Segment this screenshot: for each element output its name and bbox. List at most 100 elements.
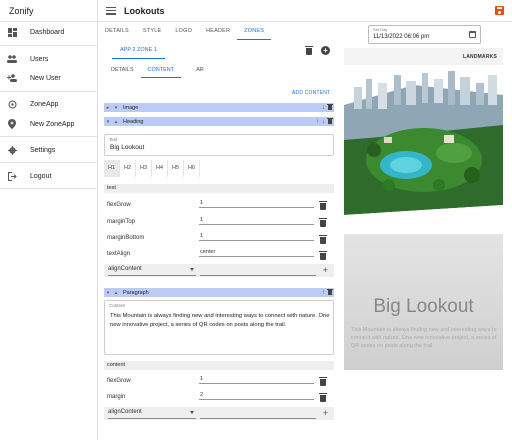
caret-down-icon[interactable] bbox=[190, 411, 194, 414]
prop-label: marginBottom bbox=[107, 235, 145, 241]
divider bbox=[200, 418, 316, 419]
heading-level-h3[interactable]: H3 bbox=[136, 160, 152, 177]
caret-down-icon[interactable] bbox=[190, 268, 194, 271]
property-select[interactable]: alignContent bbox=[108, 266, 142, 272]
sidebar: Zonify Dashboard Users New User ZoneApp … bbox=[0, 0, 98, 440]
sidebar-item-users[interactable]: Users bbox=[0, 51, 97, 67]
prop-value-input[interactable]: 2 bbox=[199, 391, 314, 400]
property-select[interactable]: alignContent bbox=[108, 409, 142, 415]
sidebar-item-dashboard[interactable]: Dashboard bbox=[0, 24, 97, 40]
main-tabs: DETAILS STYLE LOGO HEADER ZONES bbox=[98, 22, 272, 40]
delete-zone-icon[interactable] bbox=[305, 46, 313, 55]
add-property-icon[interactable]: + bbox=[323, 407, 328, 420]
trash-icon[interactable] bbox=[327, 103, 333, 110]
content-subtabs: DETAILS CONTENT AR bbox=[104, 63, 211, 78]
tab-style[interactable]: STYLE bbox=[136, 22, 168, 40]
tab-logo[interactable]: LOGO bbox=[168, 22, 199, 40]
section-header-text: text bbox=[104, 184, 334, 193]
block-header-heading[interactable]: ▾ ▴ Heading ↑ ↓ bbox=[104, 117, 334, 126]
field-value: Big Lookout bbox=[110, 144, 145, 151]
heading-text-field[interactable]: Text Big Lookout bbox=[104, 134, 334, 156]
zone-icon bbox=[7, 99, 17, 109]
tab-details[interactable]: DETAILS bbox=[98, 22, 136, 40]
sidebar-item-logout[interactable]: Logout bbox=[0, 168, 97, 184]
sidebar-item-label: Dashboard bbox=[30, 28, 65, 36]
add-zone-icon bbox=[7, 119, 17, 129]
section-header-content: content bbox=[104, 361, 334, 370]
add-user-icon bbox=[7, 73, 17, 83]
trash-icon[interactable] bbox=[319, 201, 327, 210]
subtab-ar[interactable]: AR bbox=[189, 63, 211, 78]
chevron-down-icon[interactable]: ▾ bbox=[104, 290, 112, 296]
sidebar-item-new-zoneapp[interactable]: New ZoneApp bbox=[0, 116, 97, 132]
chevron-down-icon[interactable]: ▾ bbox=[104, 119, 112, 125]
subtab-details[interactable]: DETAILS bbox=[104, 63, 141, 78]
trash-icon[interactable] bbox=[327, 288, 333, 295]
block-actions: ↑ bbox=[322, 288, 333, 297]
arrow-up-icon[interactable]: ↑ bbox=[316, 119, 319, 125]
field-label: Text bbox=[109, 137, 118, 142]
divider bbox=[0, 162, 97, 163]
trash-icon[interactable] bbox=[319, 251, 327, 260]
subtab-content[interactable]: CONTENT bbox=[140, 63, 182, 78]
zone-tab[interactable]: APP 2 ZONE 1 bbox=[112, 43, 165, 59]
prop-value-input[interactable]: 1 bbox=[199, 375, 314, 384]
sidebar-item-label: Settings bbox=[30, 146, 56, 154]
trash-icon[interactable] bbox=[319, 377, 327, 386]
add-property-icon[interactable]: + bbox=[323, 264, 328, 277]
trash-icon[interactable] bbox=[319, 218, 327, 227]
heading-level-h5[interactable]: H5 bbox=[168, 160, 184, 177]
set-day-field[interactable]: Set Day 11/13/2022 06:06 pm bbox=[368, 25, 481, 44]
menu-icon[interactable] bbox=[106, 6, 116, 16]
collapse-icon[interactable]: ▴ bbox=[112, 290, 120, 296]
add-zone-circle-icon[interactable]: + bbox=[321, 46, 330, 55]
heading-level-h6[interactable]: H6 bbox=[184, 160, 200, 177]
sidebar-item-settings[interactable]: Settings bbox=[0, 142, 97, 158]
field-label: Content bbox=[109, 303, 125, 308]
gear-icon bbox=[7, 145, 17, 155]
divider bbox=[108, 418, 196, 419]
paragraph-content-field[interactable]: Content This Mountain is always finding … bbox=[104, 300, 334, 355]
heading-level-h2[interactable]: H2 bbox=[120, 160, 136, 177]
add-property-row: alignContent + bbox=[104, 407, 334, 420]
prop-label: margin bbox=[107, 394, 126, 400]
prop-value-input[interactable]: 1 bbox=[199, 232, 314, 241]
prop-value-input[interactable]: center bbox=[199, 248, 314, 257]
prop-label: marginTop bbox=[107, 219, 136, 225]
trash-icon[interactable] bbox=[319, 235, 327, 244]
collapse-icon[interactable]: ▴ bbox=[112, 119, 120, 125]
divider bbox=[0, 45, 97, 46]
tab-header[interactable]: HEADER bbox=[199, 22, 237, 40]
save-icon[interactable] bbox=[495, 6, 504, 15]
prop-value-input[interactable]: 1 bbox=[199, 199, 314, 208]
sidebar-item-new-user[interactable]: New User bbox=[0, 70, 97, 86]
block-header-paragraph[interactable]: ▾ ▴ Paragraph ↑ bbox=[104, 288, 334, 297]
trash-icon[interactable] bbox=[319, 393, 327, 402]
sidebar-item-zoneapp[interactable]: ZoneApp bbox=[0, 96, 97, 112]
prop-value-input[interactable]: 1 bbox=[199, 216, 314, 225]
arrow-down-icon[interactable]: ↓ bbox=[322, 105, 325, 111]
calendar-icon[interactable] bbox=[469, 31, 476, 38]
expand-icon[interactable]: ▾ bbox=[112, 105, 120, 111]
divider bbox=[0, 91, 97, 92]
field-value: 11/13/2022 06:06 pm bbox=[373, 34, 430, 40]
block-header-image[interactable]: ▸ ▾ Image ↓ bbox=[104, 103, 334, 112]
trash-icon[interactable] bbox=[327, 117, 333, 124]
prop-label: textAlign bbox=[107, 251, 131, 257]
add-content-button[interactable]: ADD CONTENT bbox=[292, 90, 330, 96]
heading-level-h4[interactable]: H4 bbox=[152, 160, 168, 177]
users-icon bbox=[7, 54, 17, 64]
field-value: This Mountain is always finding new and … bbox=[110, 313, 330, 328]
chevron-right-icon[interactable]: ▸ bbox=[104, 105, 112, 111]
block-actions: ↓ bbox=[322, 103, 333, 112]
arrow-up-icon[interactable]: ↑ bbox=[322, 290, 325, 296]
app-title: Zonify bbox=[0, 0, 97, 22]
prop-label: flexGrow bbox=[107, 378, 131, 384]
sidebar-item-label: ZoneApp bbox=[30, 100, 59, 108]
sidebar-item-label: Users bbox=[30, 55, 49, 63]
field-label: Set Day bbox=[373, 27, 388, 32]
block-label: Paragraph bbox=[123, 289, 149, 296]
tab-zones[interactable]: ZONES bbox=[237, 22, 272, 40]
heading-level-h1[interactable]: H1 bbox=[104, 160, 120, 177]
arrow-down-icon[interactable]: ↓ bbox=[322, 119, 325, 125]
